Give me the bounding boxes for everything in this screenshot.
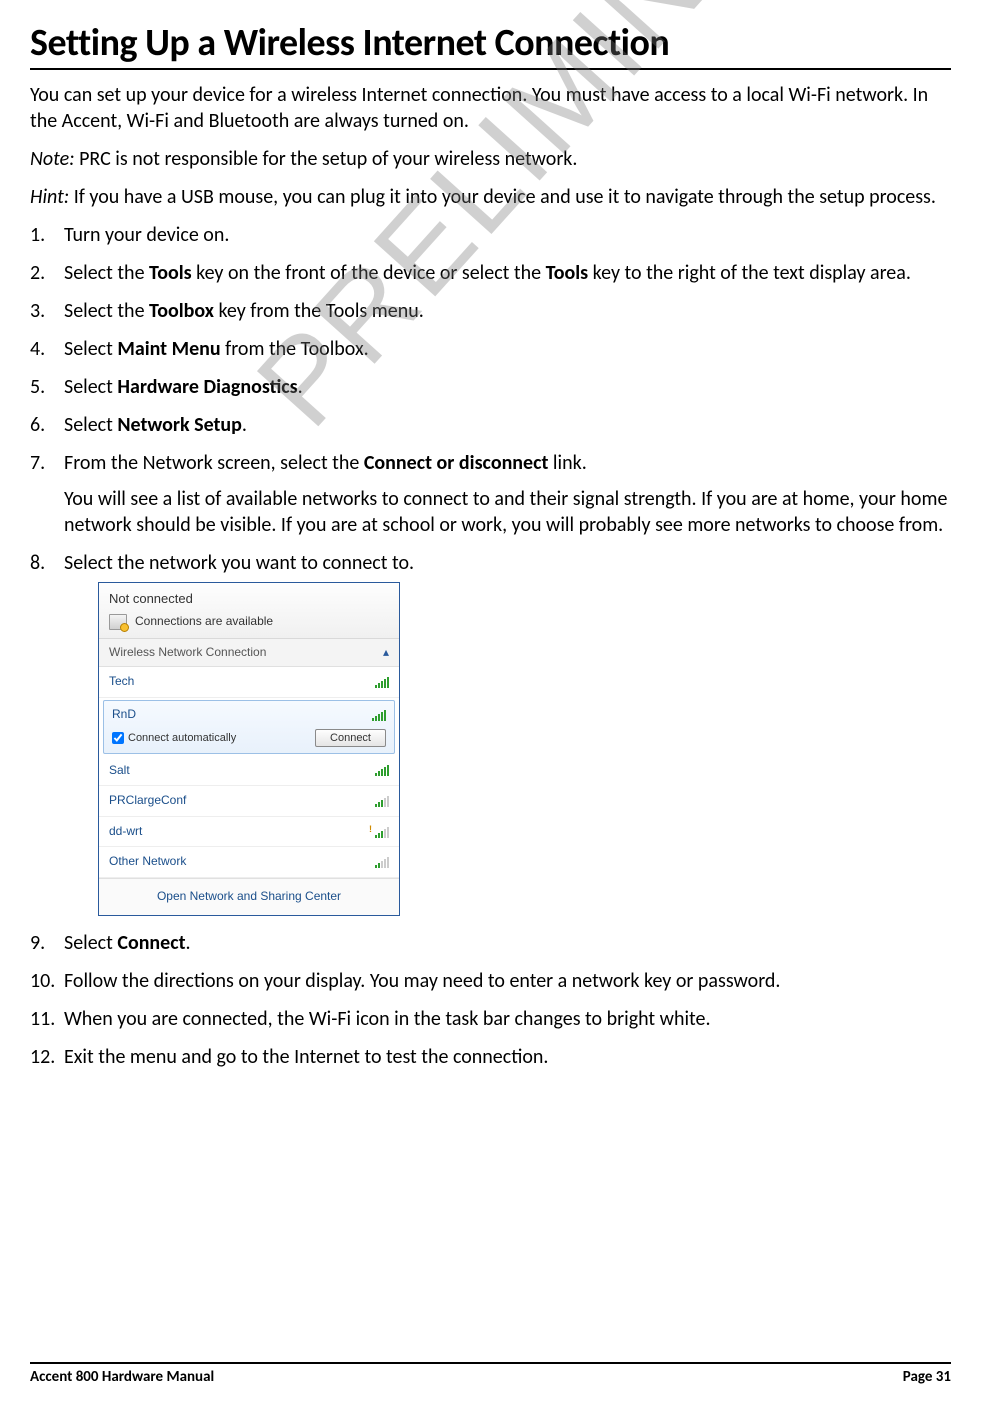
signal-warn-icon xyxy=(375,826,389,838)
network-popup: Not connected Connections are available … xyxy=(98,582,400,916)
chevron-up-icon: ▴ xyxy=(383,645,389,661)
step-5: Select Hardware Diagnostics. xyxy=(30,374,951,400)
step-10: Follow the directions on your display. Y… xyxy=(30,968,951,994)
step-7-sub: You will see a list of available network… xyxy=(64,486,951,538)
signal-icon xyxy=(375,764,389,776)
network-item-salt[interactable]: Salt xyxy=(99,756,399,787)
step-8: Select the network you want to connect t… xyxy=(30,550,951,916)
network-status-icon xyxy=(109,614,127,630)
connect-button[interactable]: Connect xyxy=(315,729,386,747)
signal-icon xyxy=(375,676,389,688)
popup-section-header[interactable]: Wireless Network Connection ▴ xyxy=(99,639,399,668)
step-12: Exit the menu and go to the Internet to … xyxy=(30,1044,951,1070)
step-3: Select the Toolbox key from the Tools me… xyxy=(30,298,951,324)
step-4: Select Maint Menu from the Toolbox. xyxy=(30,336,951,362)
step-7: From the Network screen, select the Conn… xyxy=(30,450,951,538)
network-item-ddwrt[interactable]: dd-wrt xyxy=(99,817,399,848)
page-title: Setting Up a Wireless Internet Connectio… xyxy=(30,20,951,66)
signal-icon xyxy=(372,709,386,721)
network-item-rnd-selected[interactable]: RnD Connect automatically Connect xyxy=(103,700,395,754)
page-footer: Accent 800 Hardware Manual Page 31 xyxy=(30,1362,951,1386)
footer-right: Page 31 xyxy=(903,1368,951,1386)
network-item-tech[interactable]: Tech xyxy=(99,667,399,698)
steps-list: Turn your device on. Select the Tools ke… xyxy=(30,222,951,1070)
note-paragraph: Note: PRC is not responsible for the set… xyxy=(30,146,951,172)
network-item-other[interactable]: Other Network xyxy=(99,847,399,878)
intro-paragraph: You can set up your device for a wireles… xyxy=(30,82,951,134)
note-label: Note: xyxy=(30,147,75,171)
footer-left: Accent 800 Hardware Manual xyxy=(30,1368,214,1386)
hint-label: Hint: xyxy=(30,185,69,209)
hint-paragraph: Hint: If you have a USB mouse, you can p… xyxy=(30,184,951,210)
connect-auto-checkbox[interactable]: Connect automatically xyxy=(112,731,236,745)
popup-header: Not connected Connections are available xyxy=(99,583,399,639)
step-1: Turn your device on. xyxy=(30,222,951,248)
popup-status-title: Not connected xyxy=(109,591,389,608)
step-2: Select the Tools key on the front of the… xyxy=(30,260,951,286)
title-rule xyxy=(30,68,951,70)
note-text: PRC is not responsible for the setup of … xyxy=(75,147,578,171)
step-11: When you are connected, the Wi-Fi icon i… xyxy=(30,1006,951,1032)
signal-icon xyxy=(375,795,389,807)
open-network-center-link[interactable]: Open Network and Sharing Center xyxy=(99,878,399,915)
step-9: Select Connect. xyxy=(30,930,951,956)
network-item-prclargeconf[interactable]: PRClargeConf xyxy=(99,786,399,817)
popup-status-sub: Connections are available xyxy=(135,614,273,630)
signal-icon xyxy=(375,856,389,868)
hint-text: If you have a USB mouse, you can plug it… xyxy=(69,185,936,209)
step-6: Select Network Setup. xyxy=(30,412,951,438)
